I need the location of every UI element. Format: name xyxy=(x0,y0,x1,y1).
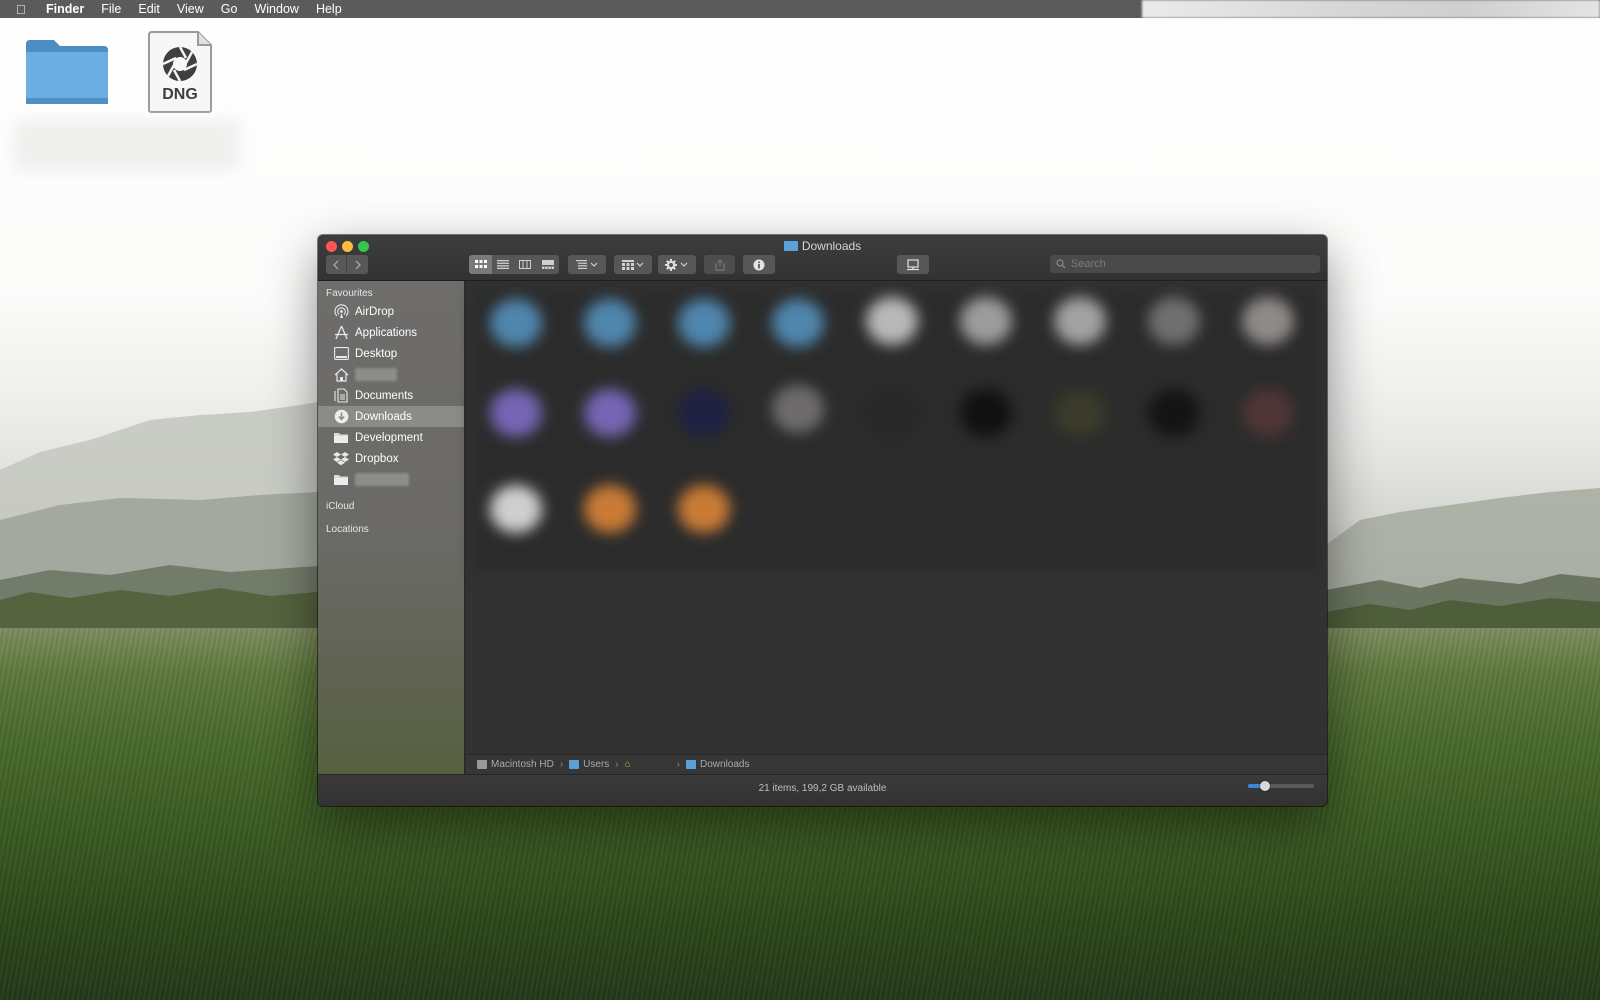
menu-file[interactable]: File xyxy=(101,2,121,16)
path-segment-macintosh-hd[interactable]: Macintosh HD xyxy=(491,759,554,770)
sort-menu-button[interactable] xyxy=(568,255,606,274)
menu-window[interactable]: Window xyxy=(254,2,298,16)
gear-icon xyxy=(665,258,688,271)
gallery-view-button[interactable] xyxy=(536,255,559,274)
sidebar: Favourites AirDrop Applications Desktop xyxy=(318,281,465,786)
group-grid-icon xyxy=(622,259,644,270)
path-separator-icon: › xyxy=(676,759,681,770)
search-field[interactable] xyxy=(1050,255,1320,273)
forward-button[interactable] xyxy=(347,255,368,274)
downloads-icon xyxy=(333,409,349,425)
column-view-button[interactable] xyxy=(514,255,536,274)
icon-size-slider[interactable] xyxy=(1248,781,1314,791)
sort-list-icon xyxy=(576,260,598,269)
slider-knob[interactable] xyxy=(1259,781,1270,791)
icon-grid-icon xyxy=(474,260,487,268)
list-icon xyxy=(497,260,509,269)
navigation-buttons xyxy=(326,255,368,274)
sidebar-item-folder-redacted[interactable] xyxy=(318,469,464,490)
window-toolbar: Downloads xyxy=(318,235,1327,281)
sidebar-section-favourites: Favourites xyxy=(326,287,373,299)
sidebar-item-home[interactable] xyxy=(318,364,464,385)
menu-help[interactable]: Help xyxy=(316,2,342,16)
dng-label: DNG xyxy=(162,86,198,103)
menu-bar:  Finder File Edit View Go Window Help xyxy=(0,0,1600,18)
menu-bar-status-area xyxy=(1142,0,1600,18)
menu-edit[interactable]: Edit xyxy=(138,2,160,16)
list-view-button[interactable] xyxy=(492,255,514,274)
file-browser-content[interactable] xyxy=(466,281,1327,754)
home-icon: ⌂ xyxy=(624,759,631,770)
documents-icon xyxy=(333,388,349,404)
folder-icon xyxy=(333,472,349,488)
sidebar-item-development[interactable]: Development xyxy=(318,427,464,448)
connect-server-button[interactable] xyxy=(897,255,929,274)
share-button[interactable] xyxy=(704,255,735,274)
desktop-dng-file-icon[interactable]: DNG xyxy=(146,30,214,114)
sidebar-item-label: Development xyxy=(355,431,423,444)
downloads-folder-icon xyxy=(783,241,798,251)
sidebar-item-label: Downloads xyxy=(355,410,412,423)
desktop-icon xyxy=(333,346,349,362)
columns-icon xyxy=(519,260,531,269)
icon-view-button[interactable] xyxy=(469,255,492,274)
path-separator-icon: › xyxy=(615,759,619,770)
sidebar-item-label: Desktop xyxy=(355,347,398,360)
status-text: 21 items, 199,2 GB available xyxy=(758,783,887,794)
status-bar: 21 items, 199,2 GB available xyxy=(318,774,1327,806)
sidebar-item-label: AirDrop xyxy=(355,305,394,318)
sidebar-item-label: Applications xyxy=(355,326,418,339)
view-mode-selector xyxy=(469,255,559,274)
path-bar: Macintosh HD › Users › ⌂ › Downloads xyxy=(466,754,1327,774)
group-menu-button[interactable] xyxy=(614,255,652,274)
window-title-text: Downloads xyxy=(801,239,862,253)
desktop-folder-icon[interactable] xyxy=(24,38,110,106)
sidebar-item-label: Dropbox xyxy=(355,452,399,465)
menu-view[interactable]: View xyxy=(177,2,204,16)
sidebar-item-dropbox[interactable]: Dropbox xyxy=(318,448,464,469)
applications-icon xyxy=(333,325,349,341)
desktop-icon-labels-redacted xyxy=(14,120,239,170)
home-icon xyxy=(333,367,349,383)
sidebar-section-icloud[interactable]: iCloud xyxy=(318,498,464,514)
sidebar-item-label-redacted xyxy=(355,473,409,486)
sidebar-section-locations[interactable]: Locations xyxy=(318,521,464,537)
apple-menu-icon[interactable]:  xyxy=(16,2,34,17)
sidebar-item-airdrop[interactable]: AirDrop xyxy=(318,301,464,322)
downloads-folder-icon xyxy=(686,760,697,769)
airdrop-icon xyxy=(333,304,349,320)
sidebar-item-downloads[interactable]: Downloads xyxy=(318,406,464,427)
path-segment-downloads[interactable]: Downloads xyxy=(700,759,749,770)
sidebar-item-label-redacted xyxy=(355,368,397,381)
search-input[interactable] xyxy=(1071,258,1301,270)
chevron-left-icon xyxy=(333,260,339,269)
sidebar-item-label: Documents xyxy=(355,389,414,402)
get-info-button[interactable] xyxy=(743,255,775,274)
file-icon-grid-blurred xyxy=(472,289,1319,571)
folder-icon xyxy=(333,430,349,446)
action-menu-button[interactable] xyxy=(658,255,696,274)
search-icon xyxy=(1056,259,1066,269)
network-screen-icon xyxy=(907,258,919,270)
chevron-right-icon xyxy=(355,260,361,269)
info-icon xyxy=(753,259,765,270)
sidebar-item-documents[interactable]: Documents xyxy=(318,385,464,406)
hard-drive-icon xyxy=(477,760,487,769)
gallery-icon xyxy=(541,260,554,269)
path-separator-icon: › xyxy=(559,759,564,770)
path-segment-users[interactable]: Users xyxy=(583,759,609,770)
finder-window: Downloads Search Favourites AirDrop Appl… xyxy=(318,235,1327,806)
dropbox-icon xyxy=(333,451,349,467)
window-title: Downloads xyxy=(318,239,1327,253)
share-icon xyxy=(714,258,725,271)
menu-app-name[interactable]: Finder xyxy=(46,2,84,16)
back-button[interactable] xyxy=(326,255,347,274)
users-folder-icon xyxy=(569,760,580,769)
menu-go[interactable]: Go xyxy=(221,2,238,16)
sidebar-item-applications[interactable]: Applications xyxy=(318,322,464,343)
sidebar-item-desktop[interactable]: Desktop xyxy=(318,343,464,364)
